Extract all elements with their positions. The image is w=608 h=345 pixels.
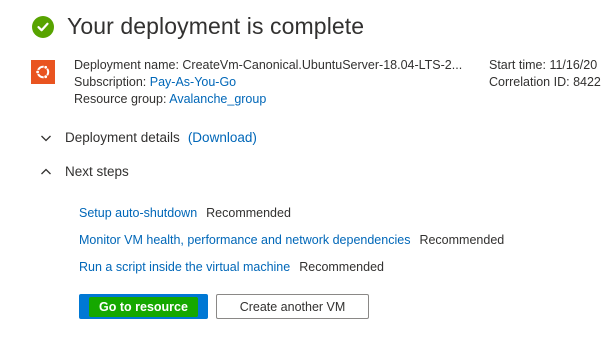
next-steps-section[interactable]: Next steps (40, 164, 129, 179)
ubuntu-icon (31, 60, 55, 84)
run-script-link[interactable]: Run a script inside the virtual machine (79, 260, 290, 274)
chevron-up-icon[interactable] (40, 166, 52, 178)
recommended-tag: Recommended (419, 233, 505, 247)
header: Your deployment is complete (32, 13, 364, 40)
resource-group-row: Resource group: Avalanche_group (74, 91, 462, 108)
list-item: Monitor VM health, performance and netwo… (79, 233, 504, 247)
deployment-info-right: Start time: 11/16/20 Correlation ID: 842… (489, 57, 601, 91)
correlation-label: Correlation ID: (489, 75, 570, 89)
resource-group-link[interactable]: Avalanche_group (169, 92, 266, 106)
subscription-label: Subscription: (74, 75, 147, 89)
deployment-name-label: Deployment name: (74, 58, 179, 72)
start-time-value: 11/16/20 (549, 58, 598, 72)
deployment-overview: Your deployment is complete Deployment n… (0, 0, 608, 345)
deployment-name-row: Deployment name: CreateVm-Canonical.Ubun… (74, 57, 462, 74)
deployment-details-title[interactable]: Deployment details (65, 130, 180, 145)
recommended-tag: Recommended (299, 260, 384, 274)
go-to-resource-label: Go to resource (89, 296, 198, 317)
chevron-down-icon[interactable] (40, 132, 52, 144)
list-item: Setup auto-shutdown Recommended (79, 206, 291, 220)
start-time-label: Start time: (489, 58, 546, 72)
list-item: Run a script inside the virtual machine R… (79, 260, 384, 274)
check-circle-icon (32, 15, 54, 38)
correlation-value: 8422 (573, 75, 601, 89)
deployment-name-value: CreateVm-Canonical.UbuntuServer-18.04-LT… (182, 58, 463, 72)
resource-group-label: Resource group: (74, 92, 167, 106)
setup-auto-shutdown-link[interactable]: Setup auto-shutdown (79, 206, 197, 220)
deployment-details-section[interactable]: Deployment details (Download) (40, 130, 257, 145)
download-link[interactable]: (Download) (188, 130, 257, 145)
subscription-row: Subscription: Pay-As-You-Go (74, 74, 462, 91)
create-another-vm-button[interactable]: Create another VM (216, 294, 369, 319)
page-title: Your deployment is complete (67, 13, 365, 39)
start-time-row: Start time: 11/16/20 (489, 57, 601, 74)
go-to-resource-button[interactable]: Go to resource (79, 294, 208, 319)
monitor-vm-health-link[interactable]: Monitor VM health, performance and netwo… (79, 233, 410, 247)
deployment-info: Deployment name: CreateVm-Canonical.Ubun… (74, 57, 462, 108)
correlation-row: Correlation ID: 8422 (489, 74, 601, 91)
next-steps-title[interactable]: Next steps (65, 164, 129, 179)
recommended-tag: Recommended (206, 206, 291, 220)
subscription-link[interactable]: Pay-As-You-Go (150, 75, 236, 89)
